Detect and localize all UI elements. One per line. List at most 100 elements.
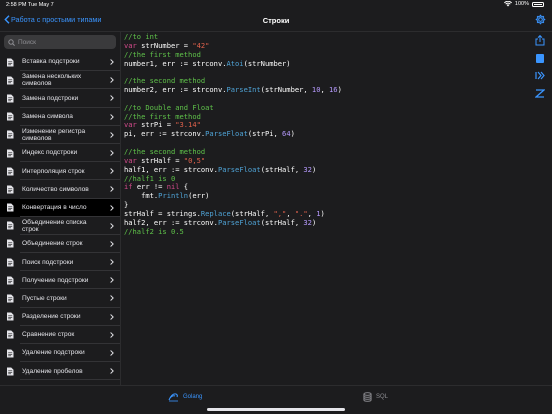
document-icon (7, 203, 14, 212)
sidebar-item[interactable]: Разделение строки (0, 308, 120, 327)
code-token: //to int (124, 32, 159, 41)
tab-bar: Golang SQL (0, 385, 552, 414)
code-token: ParseFloat (217, 217, 261, 227)
sidebar-item[interactable]: Пустые строки (0, 289, 120, 308)
copy-icon[interactable] (535, 53, 545, 64)
code-token: number2, err := strconv. (124, 85, 227, 95)
share-icon[interactable] (535, 35, 545, 46)
back-button[interactable]: Работа с простыми типами (4, 15, 101, 24)
search-icon (8, 38, 15, 46)
right-toolbar (530, 32, 552, 142)
code-token: var (124, 40, 137, 50)
code-token: ParseFloat (217, 164, 261, 174)
sidebar-item[interactable]: Замена подстроки (0, 89, 120, 108)
battery-percent: 100% (514, 1, 529, 7)
chevron-right-icon (110, 168, 114, 174)
status-time: 2:58 PM Tue May 7 (6, 2, 54, 8)
sidebar-item[interactable]: Интерполяция строк (0, 162, 120, 181)
chevron-right-icon (110, 77, 114, 84)
sidebar-item[interactable]: Удаление подстроки (0, 344, 120, 363)
sidebar-item-label: Замена подстроки (22, 94, 79, 102)
chevron-right-icon (110, 295, 114, 302)
document-icon (7, 349, 14, 358)
tab-sql-label: SQL (376, 394, 389, 400)
code-view: //to int var strNumber = "42"//the first … (124, 32, 524, 383)
font-size-icon[interactable] (535, 89, 545, 98)
document-icon (7, 276, 14, 285)
search-input[interactable] (18, 38, 108, 46)
code-token: (strHalf, (260, 164, 304, 174)
code-token: strHalf = (136, 155, 184, 165)
sidebar-item[interactable]: Вставка подстроки (0, 53, 120, 72)
sidebar-item-label: Объединение строк (22, 240, 83, 248)
sidebar-item-label: Замена нескольких символов (22, 73, 82, 88)
code-token: if (124, 182, 133, 192)
code-token: pi, err := strconv. (124, 129, 206, 139)
sidebar-item[interactable]: Поиск подстроки (0, 253, 120, 272)
sidebar-item[interactable]: Объединение строк (0, 235, 120, 254)
sidebar-item[interactable]: Изменение регистра символов (0, 126, 120, 145)
code-token: //the first method (124, 49, 201, 59)
sidebar-list: Вставка подстроки Замена нескольких симво… (0, 53, 120, 381)
code-token: ) (311, 164, 317, 174)
code-token: strPi = (136, 120, 176, 130)
code-token: , (320, 85, 330, 95)
code-token: (err) (188, 191, 210, 201)
chevron-right-icon (110, 186, 114, 193)
code-token: half1, err := strconv. (124, 164, 218, 174)
sidebar-item[interactable]: Индекс подстроки (0, 144, 120, 163)
sidebar-item[interactable]: Конвертация в число (0, 198, 120, 217)
code-token: number1, err := strconv. (124, 58, 227, 68)
code-token: half2, err := strconv. (124, 217, 218, 227)
document-icon (7, 367, 14, 376)
code-token: { (179, 182, 189, 192)
sidebar-item[interactable]: Замена символа (0, 108, 120, 126)
sidebar-item-label: Количество символов (22, 185, 89, 193)
code-token: var (124, 155, 137, 165)
sidebar-item[interactable]: Объединение списка строк (0, 217, 120, 236)
code-line: half2, err := strconv.ParseFloat(strHalf… (124, 217, 524, 228)
code-line: fmt.Println(err) (124, 191, 524, 201)
tab-golang-label: Golang (183, 394, 203, 400)
chevron-right-icon (110, 59, 114, 65)
code-token: "3.14" (175, 120, 201, 130)
code-token: "0,5" (183, 155, 206, 165)
code-token: strHalf = strings. (124, 208, 201, 218)
gear-icon[interactable] (535, 14, 546, 25)
sidebar-item-label: Индекс подстроки (22, 149, 78, 157)
wifi-icon (503, 1, 512, 7)
sidebar-item-label: Поиск подстроки (22, 258, 74, 266)
chevron-right-icon (110, 131, 114, 138)
chevron-right-icon (110, 150, 114, 156)
sidebar-item[interactable]: Получение подстроки (0, 271, 120, 290)
document-icon (7, 239, 14, 248)
tab-golang[interactable]: Golang (168, 392, 202, 402)
collapse-icon[interactable] (535, 71, 546, 80)
sidebar-item-label: Удаление пробелов (22, 367, 83, 375)
sidebar-item-label: Объединение списка строк (22, 218, 87, 233)
code-token: "," (273, 208, 287, 218)
code-token: 64 (282, 129, 291, 139)
sidebar-item-label: Удаление подстроки (22, 349, 85, 357)
sidebar-item[interactable]: Сравнение строк (0, 326, 120, 345)
document-icon (7, 258, 14, 267)
sidebar-item[interactable]: Количество символов (0, 180, 120, 199)
code-token: //the second method (124, 146, 206, 156)
code-token: Println (158, 191, 189, 201)
chevron-right-icon (110, 95, 114, 102)
chevron-right-icon (110, 113, 114, 120)
sidebar-item-label: Замена символа (22, 113, 73, 121)
code-token: , (286, 208, 295, 218)
document-icon (7, 330, 14, 339)
code-token: , (307, 208, 317, 218)
code-token: ) (290, 129, 295, 139)
code-token: nil (166, 182, 180, 192)
search-bar[interactable] (4, 35, 116, 49)
code-token: } (124, 200, 129, 210)
code-token: //to Double and Float (124, 102, 214, 112)
code-token: //the second method (124, 76, 206, 86)
battery-icon (532, 1, 544, 7)
sidebar-item[interactable]: Замена нескольких символов (0, 71, 120, 90)
sidebar-item[interactable]: Удаление пробелов (0, 362, 120, 381)
tab-sql[interactable]: SQL (363, 392, 388, 402)
